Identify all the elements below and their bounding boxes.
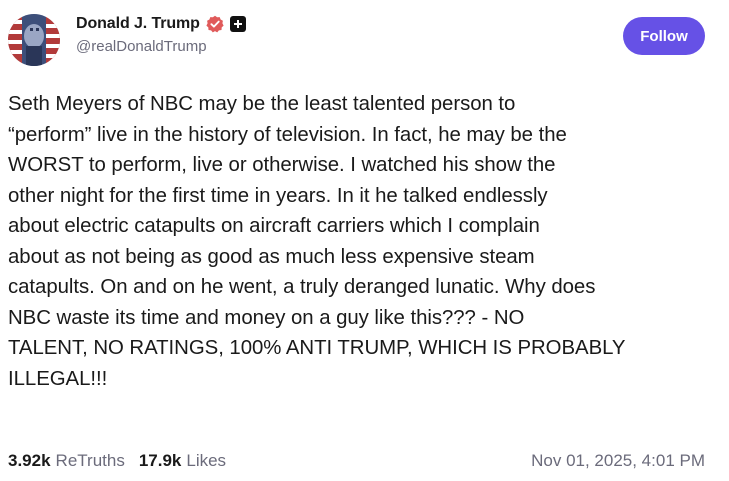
likes-label: Likes	[186, 451, 227, 470]
post-card: Donald J. Trump @realDonaldTrump Follow …	[0, 0, 729, 481]
verified-badge-icon	[206, 15, 224, 33]
retruths-count: 3.92k	[8, 451, 51, 470]
retruths-label: ReTruths	[55, 451, 125, 470]
post-text: Seth Meyers of NBC may be the least tale…	[8, 93, 626, 390]
avatar[interactable]	[8, 14, 60, 66]
plus-badge-icon	[229, 16, 246, 32]
name-row: Donald J. Trump	[76, 12, 246, 36]
post-header: Donald J. Trump @realDonaldTrump Follow	[8, 10, 705, 70]
likes-stat[interactable]: 17.9k Likes	[139, 451, 226, 471]
display-name[interactable]: Donald J. Trump	[76, 15, 200, 33]
retruths-stat[interactable]: 3.92k ReTruths	[8, 451, 125, 471]
post-timestamp[interactable]: Nov 01, 2025, 4:01 PM	[531, 451, 705, 471]
author-handle[interactable]: @realDonaldTrump	[76, 38, 246, 55]
avatar-image	[8, 14, 60, 66]
author-info: Donald J. Trump @realDonaldTrump	[76, 12, 246, 55]
follow-button[interactable]: Follow	[623, 17, 705, 55]
post-stats: 3.92k ReTruths 17.9k Likes Nov 01, 2025,…	[8, 448, 705, 474]
likes-count: 17.9k	[138, 451, 182, 470]
